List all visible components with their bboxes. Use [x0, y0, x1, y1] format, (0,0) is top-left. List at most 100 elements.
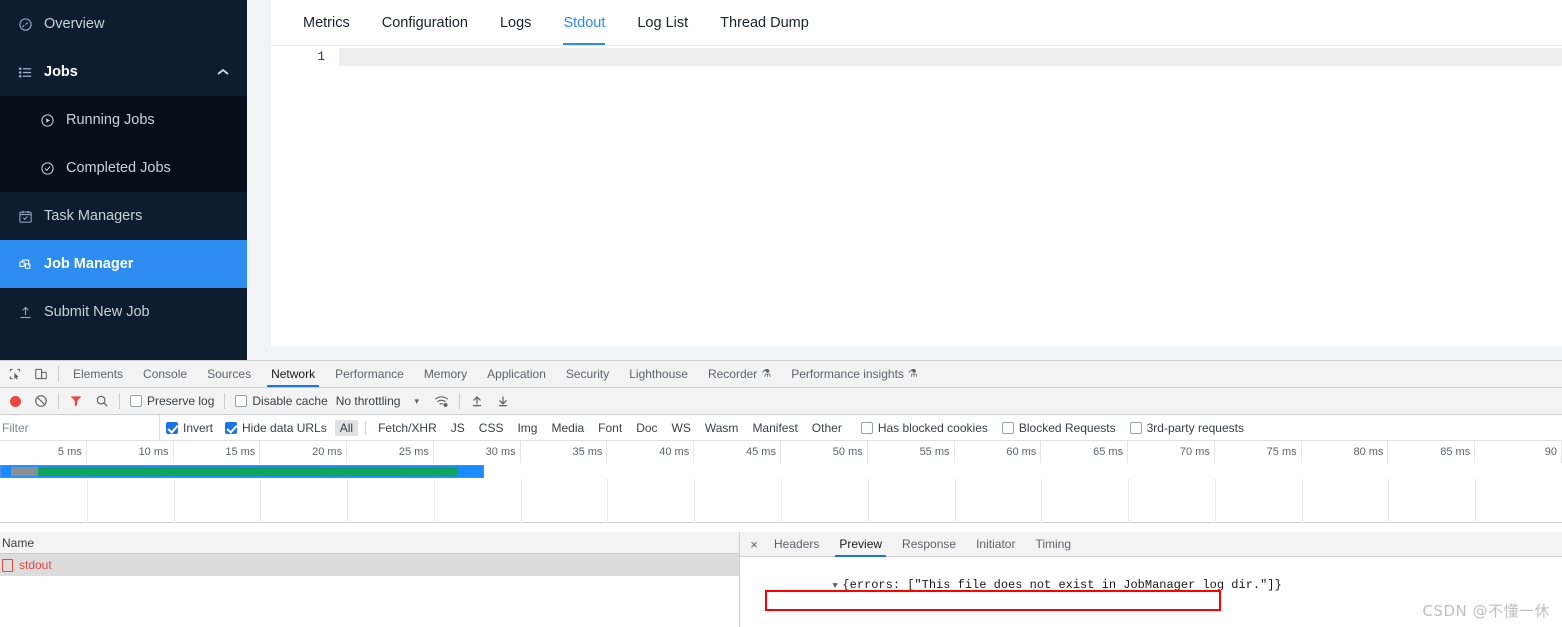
- preserve-log-checkbox[interactable]: Preserve log: [130, 394, 214, 408]
- import-har-icon[interactable]: [464, 388, 490, 414]
- tab-metrics[interactable]: Metrics: [287, 1, 366, 45]
- filter-type-css[interactable]: CSS: [474, 420, 509, 436]
- gridline: [433, 479, 435, 523]
- export-har-icon[interactable]: [490, 388, 516, 414]
- filter-type-js[interactable]: JS: [446, 420, 470, 436]
- blocked-requests-checkbox[interactable]: Blocked Requests: [1001, 420, 1116, 435]
- detail-tab-headers[interactable]: Headers: [764, 531, 829, 557]
- record-icon[interactable]: [2, 388, 28, 414]
- gauge-icon: [18, 17, 40, 32]
- chevron-up-icon[interactable]: [217, 64, 229, 80]
- filter-type-other[interactable]: Other: [807, 420, 847, 436]
- sidebar-item-overview[interactable]: Overview: [0, 0, 247, 48]
- network-filter-bar: Invert Hide data URLs All Fetch/XHR JS C…: [0, 415, 1562, 441]
- devtools-tab-performance[interactable]: Performance: [325, 361, 414, 387]
- blocked-requests-label: Blocked Requests: [1018, 420, 1116, 435]
- devtools-tab-performance-insights[interactable]: Performance insights ⚗: [781, 361, 928, 387]
- search-icon[interactable]: [89, 388, 115, 414]
- devtools-tab-elements[interactable]: Elements: [63, 361, 133, 387]
- filter-type-doc[interactable]: Doc: [631, 420, 662, 436]
- invert-checkbox[interactable]: Invert: [166, 421, 213, 435]
- devtools-tab-sources[interactable]: Sources: [197, 361, 261, 387]
- devtools-tab-memory[interactable]: Memory: [414, 361, 477, 387]
- hide-data-urls-checkbox[interactable]: Hide data URLs: [225, 421, 327, 435]
- watermark: CSDN @不懂一休: [1422, 602, 1550, 620]
- screen: Overview Jobs Running Jobs Completed Job…: [0, 0, 1562, 627]
- gridline: [1214, 479, 1216, 523]
- filter-type-ws[interactable]: WS: [667, 420, 696, 436]
- sidebar-item-running-jobs[interactable]: Running Jobs: [0, 96, 247, 144]
- detail-tab-response[interactable]: Response: [892, 531, 966, 557]
- third-party-requests-checkbox[interactable]: 3rd-party requests: [1129, 420, 1244, 435]
- job-manager-tabs: Metrics Configuration Logs Stdout Log Li…: [271, 0, 1562, 46]
- divider: [365, 420, 367, 435]
- gridline: [607, 479, 609, 523]
- gridline: [86, 479, 88, 523]
- devtools-panel-tabbar: Elements Console Sources Network Perform…: [0, 361, 1562, 388]
- stdout-code-viewer[interactable]: 1: [271, 46, 1562, 346]
- sidebar-item-label: Overview: [44, 16, 105, 32]
- third-party-requests-label: 3rd-party requests: [1146, 420, 1244, 435]
- devtools-tab-console[interactable]: Console: [133, 361, 197, 387]
- tab-configuration[interactable]: Configuration: [366, 1, 484, 45]
- disclosure-triangle-icon[interactable]: ▼: [832, 578, 842, 594]
- devtools-tab-security[interactable]: Security: [556, 361, 619, 387]
- divider: [58, 366, 59, 382]
- download-segment: [38, 467, 457, 476]
- sidebar-item-completed-jobs[interactable]: Completed Jobs: [0, 144, 247, 192]
- sidebar-item-label: Completed Jobs: [66, 160, 171, 176]
- sidebar-item-job-manager[interactable]: Job Manager: [0, 240, 247, 288]
- devtools-tab-recorder[interactable]: Recorder ⚗: [698, 361, 781, 387]
- filter-type-media[interactable]: Media: [546, 420, 589, 436]
- chevron-down-icon[interactable]: ▾: [414, 396, 419, 407]
- devtools-tab-network[interactable]: Network: [261, 361, 325, 387]
- checkbox-box: [166, 421, 178, 434]
- sidebar-item-submit-new-job[interactable]: Submit New Job: [0, 288, 247, 336]
- ruler-tick: 10 ms: [87, 441, 174, 463]
- filter-type-img[interactable]: Img: [512, 420, 542, 436]
- sidebar-group-jobs[interactable]: Jobs: [0, 48, 247, 96]
- filter-type-manifest[interactable]: Manifest: [747, 420, 802, 436]
- experiment-flask-icon: ⚗: [907, 368, 918, 380]
- detail-tab-preview[interactable]: Preview: [829, 531, 892, 557]
- filter-icon[interactable]: [63, 388, 89, 414]
- devtools-tab-application[interactable]: Application: [477, 361, 556, 387]
- ruler-tick: 45 ms: [694, 441, 781, 463]
- tab-logs[interactable]: Logs: [484, 1, 547, 45]
- ruler-tick: 85 ms: [1388, 441, 1476, 463]
- filter-type-font[interactable]: Font: [593, 420, 627, 436]
- filter-type-fetch-xhr[interactable]: Fetch/XHR: [373, 420, 442, 436]
- toggle-device-toolbar-icon[interactable]: [28, 361, 54, 387]
- divider: [119, 393, 120, 409]
- sidebar-item-task-managers[interactable]: Task Managers: [0, 192, 247, 240]
- clear-icon[interactable]: [28, 388, 54, 414]
- disable-cache-label: Disable cache: [252, 394, 328, 408]
- checkbox-box: [130, 395, 142, 407]
- inspect-element-icon[interactable]: [2, 361, 28, 387]
- detail-tab-timing[interactable]: Timing: [1025, 531, 1081, 557]
- preview-root-text: {errors: ["This file does not exist in J…: [842, 578, 1282, 592]
- flink-dashboard: Overview Jobs Running Jobs Completed Job…: [0, 0, 1562, 360]
- preserve-log-label: Preserve log: [147, 394, 215, 408]
- tab-thread-dump[interactable]: Thread Dump: [704, 1, 825, 45]
- filter-type-all[interactable]: All: [334, 419, 359, 436]
- ruler-tick: 60 ms: [955, 441, 1042, 463]
- ruler-tick: 75 ms: [1215, 441, 1302, 463]
- has-blocked-cookies-checkbox[interactable]: Has blocked cookies: [860, 421, 988, 435]
- disable-cache-checkbox[interactable]: Disable cache: [235, 394, 328, 408]
- tab-stdout[interactable]: Stdout: [547, 1, 621, 45]
- throttling-select[interactable]: No throttling: [336, 394, 401, 408]
- gridline: [781, 479, 782, 523]
- tab-log-list[interactable]: Log List: [621, 1, 704, 45]
- network-overview[interactable]: 5 ms 10 ms 15 ms 20 ms 25 ms 30 ms 35 ms 40 ms 4…: [0, 441, 1562, 523]
- table-row[interactable]: stdout: [0, 554, 739, 576]
- code-line-content: [339, 48, 1562, 66]
- request-list-header: Name: [0, 532, 739, 554]
- filter-input[interactable]: [0, 415, 160, 440]
- close-icon[interactable]: ×: [744, 537, 764, 552]
- filter-type-wasm[interactable]: Wasm: [700, 420, 744, 436]
- detail-tab-initiator[interactable]: Initiator: [966, 531, 1025, 557]
- network-conditions-icon[interactable]: [429, 388, 455, 414]
- code-row: 1: [271, 46, 1562, 68]
- devtools-tab-lighthouse[interactable]: Lighthouse: [619, 361, 698, 387]
